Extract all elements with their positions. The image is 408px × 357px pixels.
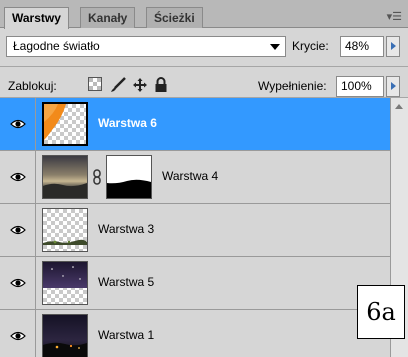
layer-name[interactable]: Warstwa 6 bbox=[98, 116, 157, 130]
layer-thumbnail bbox=[42, 261, 88, 305]
layer-name[interactable]: Warstwa 1 bbox=[98, 328, 154, 342]
lock-label: Zablokuj: bbox=[8, 79, 57, 93]
scroll-up-icon[interactable] bbox=[395, 104, 403, 109]
layer-name[interactable]: Warstwa 5 bbox=[98, 275, 154, 289]
opacity-label: Krycie: bbox=[292, 39, 329, 53]
opacity-input[interactable]: 48% bbox=[340, 36, 384, 57]
layer-row[interactable]: Warstwa 1 bbox=[0, 310, 390, 357]
layer-thumbnail bbox=[42, 102, 88, 146]
fill-input[interactable]: 100% bbox=[336, 76, 384, 97]
visibility-toggle[interactable] bbox=[0, 204, 36, 256]
layers-list: Warstwa 6 Warstwa 4 Warstwa 3 Warstwa 5 … bbox=[0, 98, 390, 357]
chevron-down-icon bbox=[270, 44, 280, 50]
lock-brush-icon[interactable] bbox=[110, 77, 126, 96]
eye-icon bbox=[10, 331, 26, 341]
tab-layers[interactable]: Warstwy bbox=[4, 7, 69, 29]
layer-name[interactable]: Warstwa 4 bbox=[162, 169, 218, 183]
layer-thumbnail bbox=[42, 208, 88, 252]
lock-transparency-icon[interactable] bbox=[88, 77, 102, 94]
opacity-value: 48% bbox=[345, 39, 370, 53]
layer-row[interactable]: Warstwa 5 bbox=[0, 257, 390, 310]
lock-all-icon[interactable] bbox=[154, 77, 168, 96]
layer-row[interactable]: Warstwa 3 bbox=[0, 204, 390, 257]
lock-move-icon[interactable] bbox=[132, 77, 148, 96]
divider bbox=[0, 66, 408, 67]
blend-mode-select[interactable]: Łagodne światło bbox=[6, 36, 286, 57]
eye-icon bbox=[10, 172, 26, 182]
layer-row[interactable]: Warstwa 4 bbox=[0, 151, 390, 204]
opacity-slider-button[interactable] bbox=[386, 36, 400, 57]
tab-paths[interactable]: Ścieżki bbox=[146, 7, 203, 28]
annotation-label: 6a bbox=[357, 285, 405, 339]
visibility-toggle[interactable] bbox=[0, 310, 36, 357]
visibility-toggle[interactable] bbox=[0, 151, 36, 203]
blend-mode-value: Łagodne światło bbox=[13, 39, 100, 53]
layers-panel: Warstwy Kanały Ścieżki ▾☰ Łagodne światł… bbox=[0, 0, 408, 357]
layer-thumbnail bbox=[42, 314, 88, 357]
visibility-toggle[interactable] bbox=[0, 98, 36, 150]
fill-label: Wypełnienie: bbox=[258, 79, 327, 93]
eye-icon bbox=[10, 225, 26, 235]
eye-icon bbox=[10, 278, 26, 288]
fill-slider-button[interactable] bbox=[386, 76, 400, 97]
panel-menu-icon[interactable]: ▾☰ bbox=[387, 10, 402, 23]
layer-row[interactable]: Warstwa 6 bbox=[0, 98, 390, 151]
chain-link-icon[interactable] bbox=[92, 169, 102, 188]
visibility-toggle[interactable] bbox=[0, 257, 36, 309]
layer-name[interactable]: Warstwa 3 bbox=[98, 222, 154, 236]
layer-mask-thumbnail[interactable] bbox=[106, 155, 152, 199]
tab-channels[interactable]: Kanały bbox=[80, 7, 136, 28]
fill-value: 100% bbox=[341, 79, 372, 93]
panel-tab-bar: Warstwy Kanały Ścieżki ▾☰ bbox=[0, 0, 408, 29]
eye-icon bbox=[10, 119, 26, 129]
layer-thumbnail bbox=[42, 155, 88, 199]
